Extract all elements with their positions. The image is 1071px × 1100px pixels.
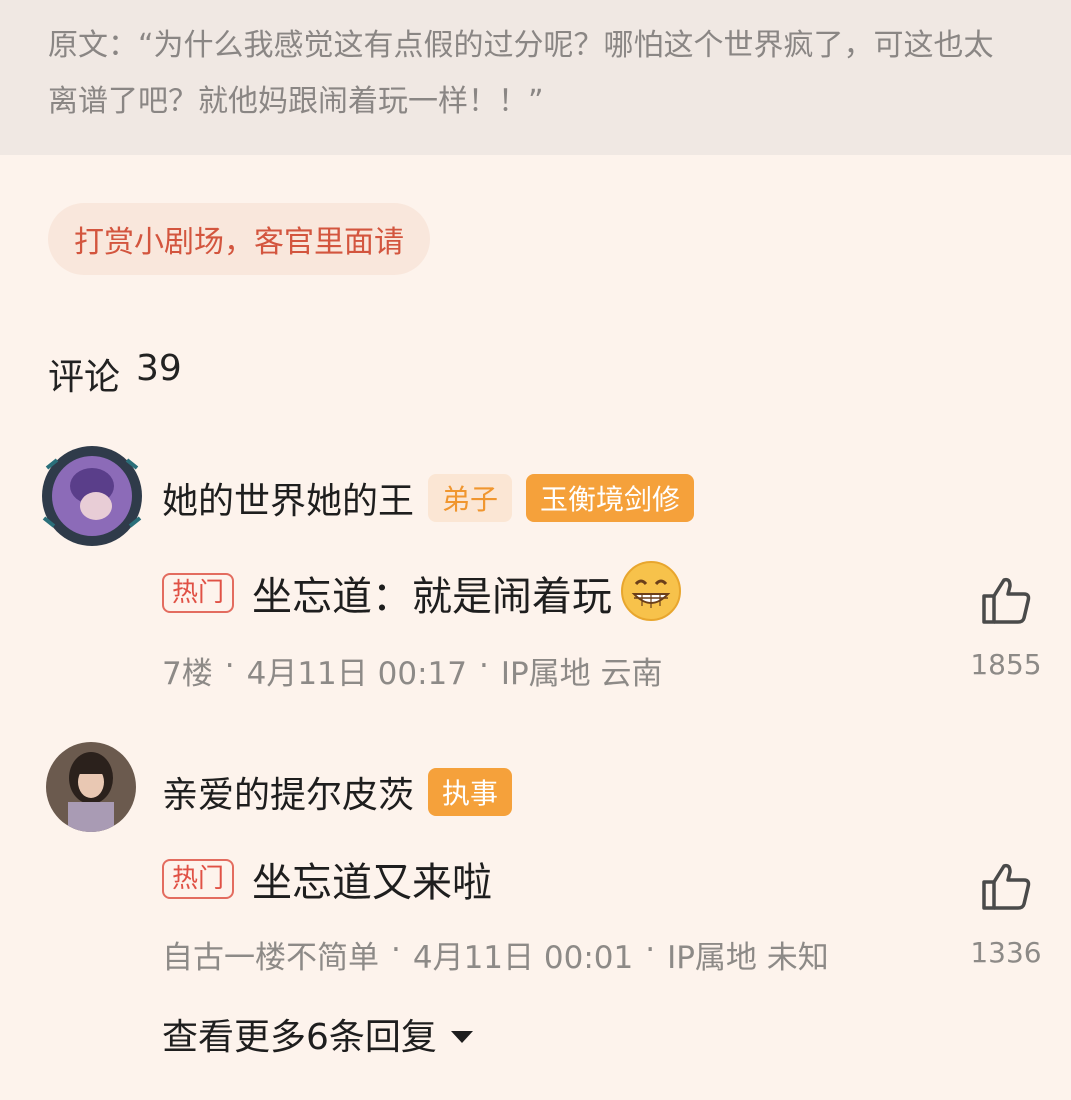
meta-separator: · (391, 932, 401, 968)
comment-text: 坐忘道又来啦 (252, 860, 493, 906)
comment-1-header: 她的世界她的王 弟子 玉衡境剑修 (162, 472, 695, 524)
comment-2-meta: 自古一楼不简单 · 4月11日 00:01 · IP属地 未知 (162, 932, 829, 977)
hot-tag: 热门 (162, 573, 235, 613)
avatar[interactable] (32, 438, 152, 548)
comments-label: 评论 (48, 357, 121, 398)
thumbs-up-icon[interactable] (980, 576, 1032, 628)
floor-label: 自古一楼不简单 (162, 940, 379, 976)
more-replies-label: 查看更多6条回复 (162, 1017, 437, 1058)
reward-label: 打赏小剧场，客官里面请 (74, 225, 404, 260)
hot-tag: 热门 (162, 859, 235, 899)
comment-2-content: 热门 坐忘道又来啦 (162, 850, 492, 908)
meta-separator: · (645, 932, 656, 968)
badge-rank: 执事 (428, 768, 513, 816)
comment-text: 坐忘道：就是闹着玩 (252, 574, 613, 620)
meta-separator: · (478, 648, 489, 684)
like-count: 1855 (970, 648, 1042, 681)
reward-button[interactable]: 打赏小剧场，客官里面请 (48, 203, 430, 275)
comment-1-meta: 7楼 · 4月11日 00:17 · IP属地 云南 (162, 648, 663, 693)
quote-text: 原文：“为什么我感觉这有点假的过分呢？哪怕这个世界疯了，可这也太离谱了吧？就他妈… (48, 28, 994, 119)
more-replies-button[interactable]: 查看更多6条回复 (162, 1008, 475, 1060)
ip-location: IP属地 未知 (667, 940, 829, 976)
username[interactable]: 她的世界她的王 (162, 472, 414, 524)
caret-down-icon (449, 1014, 475, 1055)
like-count: 1336 (970, 936, 1042, 969)
floor-label: 7楼 (162, 656, 213, 692)
badge-rank: 玉衡境剑修 (526, 474, 695, 522)
meta-separator: · (224, 648, 235, 684)
comments-header: 评论 39 (48, 348, 182, 400)
thumbs-up-icon[interactable] (980, 862, 1032, 914)
grinning-emoji-icon (620, 560, 682, 626)
avatar[interactable] (46, 742, 136, 832)
badge-disciple: 弟子 (428, 474, 513, 522)
timestamp: 4月11日 00:17 (246, 656, 467, 692)
timestamp: 4月11日 00:01 (412, 940, 634, 976)
comments-count: 39 (136, 348, 182, 389)
quote-box: 原文：“为什么我感觉这有点假的过分呢？哪怕这个世界疯了，可这也太离谱了吧？就他妈… (0, 0, 1071, 155)
comment-1-content: 热门 坐忘道：就是闹着玩 (162, 560, 682, 626)
username[interactable]: 亲爱的提尔皮茨 (162, 766, 414, 818)
comment-2-header: 亲爱的提尔皮茨 执事 (162, 766, 513, 818)
ip-location: IP属地 云南 (500, 656, 663, 692)
